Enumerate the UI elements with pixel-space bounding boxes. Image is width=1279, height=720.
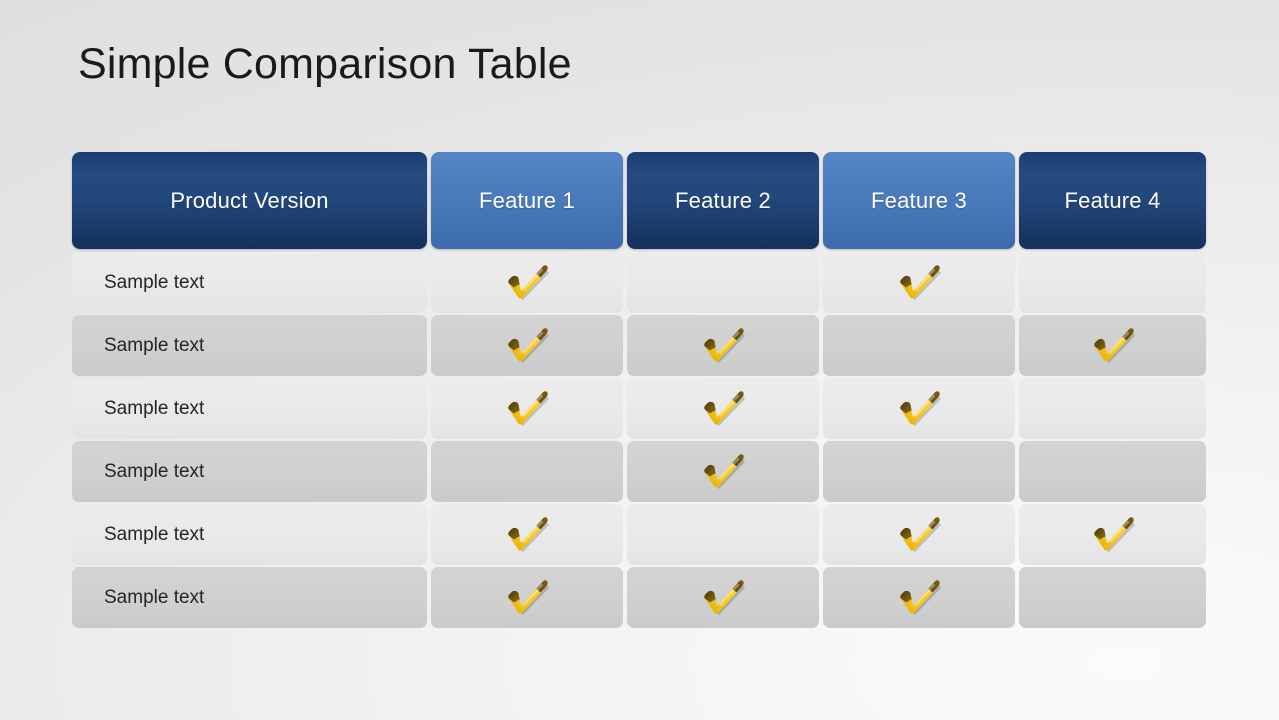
- table-cell-product-version[interactable]: Sample text: [70, 314, 429, 377]
- header-label: Feature 2: [675, 187, 771, 213]
- header-label: Product Version: [170, 187, 329, 213]
- table-cell-feature-3[interactable]: [821, 503, 1017, 566]
- table-body: Sample text Sample text Sample text Sample …: [70, 251, 1208, 629]
- table-cell-feature-1[interactable]: [429, 314, 625, 377]
- table-cell-label: Sample text: [104, 523, 205, 545]
- table-cell-feature-2[interactable]: [625, 377, 821, 440]
- header-label: Feature 4: [1064, 187, 1161, 213]
- table-row: Sample text: [70, 566, 1208, 629]
- table-cell-feature-4[interactable]: [1017, 566, 1208, 629]
- check-mark-icon: [504, 263, 550, 302]
- table-cell-feature-4[interactable]: [1017, 314, 1208, 377]
- check-mark-icon: [896, 515, 942, 554]
- table-cell-feature-1[interactable]: [429, 503, 625, 566]
- check-mark-icon: [896, 578, 942, 617]
- table-header-cell-feature-3[interactable]: Feature 3: [821, 152, 1017, 251]
- table-cell-label: Sample text: [104, 271, 205, 293]
- table-cell-product-version[interactable]: Sample text: [70, 377, 429, 440]
- table-cell-product-version[interactable]: Sample text: [70, 566, 429, 629]
- table-cell-label: Sample text: [104, 334, 205, 356]
- table-row: Sample text: [70, 251, 1208, 314]
- table-cell-feature-4[interactable]: [1017, 377, 1208, 440]
- table-header-cell-product-version[interactable]: Product Version: [70, 152, 429, 251]
- header-label: Feature 1: [479, 187, 575, 213]
- check-mark-icon: [504, 515, 550, 554]
- check-mark-icon: [504, 389, 550, 428]
- table-cell-feature-1[interactable]: [429, 440, 625, 503]
- table-cell-product-version[interactable]: Sample text: [70, 440, 429, 503]
- check-mark-icon: [700, 452, 746, 491]
- table-cell-feature-2[interactable]: [625, 503, 821, 566]
- table-header-row: Product Version Feature 1 Feature 2 Feat…: [70, 152, 1208, 251]
- slide-canvas: Simple Comparison Table Product Version …: [0, 0, 1279, 720]
- check-mark-icon: [504, 326, 550, 365]
- table-header-cell-feature-2[interactable]: Feature 2: [625, 152, 821, 251]
- table-cell-feature-4[interactable]: [1017, 440, 1208, 503]
- table-cell-feature-2[interactable]: [625, 566, 821, 629]
- table-header-cell-feature-4[interactable]: Feature 4: [1017, 152, 1208, 251]
- table-row: Sample text: [70, 314, 1208, 377]
- table-cell-feature-3[interactable]: [821, 566, 1017, 629]
- table-cell-feature-2[interactable]: [625, 440, 821, 503]
- table-row: Sample text: [70, 503, 1208, 566]
- check-mark-icon: [504, 578, 550, 617]
- page-title: Simple Comparison Table: [78, 40, 572, 88]
- table-cell-product-version[interactable]: Sample text: [70, 251, 429, 314]
- table-cell-feature-2[interactable]: [625, 251, 821, 314]
- table-cell-feature-3[interactable]: [821, 251, 1017, 314]
- table-cell-feature-1[interactable]: [429, 251, 625, 314]
- table-row: Sample text: [70, 440, 1208, 503]
- table-cell-feature-4[interactable]: [1017, 251, 1208, 314]
- table-cell-feature-3[interactable]: [821, 440, 1017, 503]
- check-mark-icon: [700, 389, 746, 428]
- table-cell-label: Sample text: [104, 460, 205, 482]
- check-mark-icon: [896, 389, 942, 428]
- comparison-table: Product Version Feature 1 Feature 2 Feat…: [70, 152, 1208, 629]
- check-mark-icon: [1090, 515, 1136, 554]
- table-cell-feature-3[interactable]: [821, 377, 1017, 440]
- check-mark-icon: [896, 263, 942, 302]
- table-cell-feature-4[interactable]: [1017, 503, 1208, 566]
- table-cell-feature-3[interactable]: [821, 314, 1017, 377]
- table-cell-label: Sample text: [104, 586, 205, 608]
- check-mark-icon: [700, 326, 746, 365]
- table-cell-feature-2[interactable]: [625, 314, 821, 377]
- table-cell-feature-1[interactable]: [429, 377, 625, 440]
- table-header-cell-feature-1[interactable]: Feature 1: [429, 152, 625, 251]
- check-mark-icon: [700, 578, 746, 617]
- table-cell-label: Sample text: [104, 397, 205, 419]
- check-mark-icon: [1090, 326, 1136, 365]
- table-row: Sample text: [70, 377, 1208, 440]
- table-cell-product-version[interactable]: Sample text: [70, 503, 429, 566]
- header-label: Feature 3: [871, 187, 967, 213]
- table-cell-feature-1[interactable]: [429, 566, 625, 629]
